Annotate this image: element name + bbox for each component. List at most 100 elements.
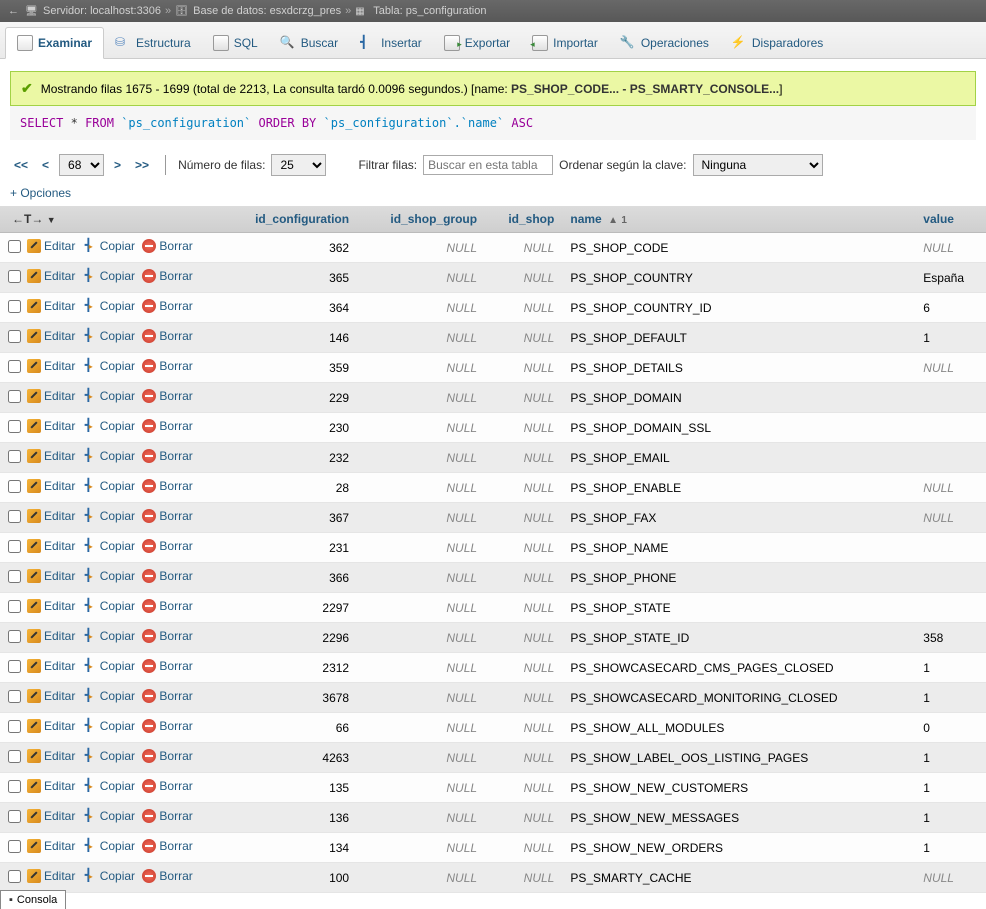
breadcrumb-database[interactable]: Base de datos: esxdcrzg_pres: [193, 5, 341, 17]
col-id-shop[interactable]: id_shop: [485, 206, 562, 233]
delete-link[interactable]: Borrar: [142, 629, 192, 643]
copy-link[interactable]: Copiar: [83, 629, 135, 643]
edit-link[interactable]: Editar: [27, 539, 75, 553]
row-checkbox[interactable]: [8, 870, 21, 883]
delete-link[interactable]: Borrar: [142, 599, 192, 613]
copy-link[interactable]: Copiar: [83, 839, 135, 853]
col-id-configuration[interactable]: id_configuration: [220, 206, 357, 233]
breadcrumb-server[interactable]: Servidor: localhost:3306: [43, 5, 161, 17]
row-checkbox[interactable]: [8, 420, 21, 433]
row-checkbox[interactable]: [8, 360, 21, 373]
delete-link[interactable]: Borrar: [142, 479, 192, 493]
nav-back-icon[interactable]: ←: [8, 5, 19, 17]
copy-link[interactable]: Copiar: [83, 749, 135, 763]
col-id-shop-group[interactable]: id_shop_group: [357, 206, 485, 233]
row-checkbox[interactable]: [8, 780, 21, 793]
delete-link[interactable]: Borrar: [142, 869, 192, 883]
row-checkbox[interactable]: [8, 600, 21, 613]
edit-link[interactable]: Editar: [27, 239, 75, 253]
tab-browse[interactable]: Examinar: [5, 27, 104, 59]
copy-link[interactable]: Copiar: [83, 809, 135, 823]
copy-link[interactable]: Copiar: [83, 599, 135, 613]
row-checkbox[interactable]: [8, 330, 21, 343]
edit-link[interactable]: Editar: [27, 839, 75, 853]
options-toggle[interactable]: + Opciones: [0, 184, 986, 206]
copy-link[interactable]: Copiar: [83, 359, 135, 373]
row-checkbox[interactable]: [8, 450, 21, 463]
row-checkbox[interactable]: [8, 480, 21, 493]
row-checkbox[interactable]: [8, 810, 21, 823]
col-value[interactable]: value: [915, 206, 986, 233]
delete-link[interactable]: Borrar: [142, 779, 192, 793]
copy-link[interactable]: Copiar: [83, 569, 135, 583]
row-checkbox[interactable]: [8, 240, 21, 253]
delete-link[interactable]: Borrar: [142, 389, 192, 403]
row-checkbox[interactable]: [8, 570, 21, 583]
edit-link[interactable]: Editar: [27, 299, 75, 313]
nav-prev[interactable]: <: [38, 156, 53, 174]
tab-insert[interactable]: Insertar: [349, 27, 433, 58]
copy-link[interactable]: Copiar: [83, 479, 135, 493]
delete-link[interactable]: Borrar: [142, 539, 192, 553]
edit-link[interactable]: Editar: [27, 809, 75, 823]
delete-link[interactable]: Borrar: [142, 239, 192, 253]
delete-link[interactable]: Borrar: [142, 749, 192, 763]
row-checkbox[interactable]: [8, 390, 21, 403]
delete-link[interactable]: Borrar: [142, 359, 192, 373]
delete-link[interactable]: Borrar: [142, 299, 192, 313]
row-checkbox[interactable]: [8, 720, 21, 733]
delete-link[interactable]: Borrar: [142, 419, 192, 433]
copy-link[interactable]: Copiar: [83, 239, 135, 253]
breadcrumb-table[interactable]: Tabla: ps_configuration: [373, 5, 486, 17]
row-checkbox[interactable]: [8, 690, 21, 703]
col-name[interactable]: name ▲ 1: [562, 206, 915, 233]
copy-link[interactable]: Copiar: [83, 869, 135, 883]
edit-link[interactable]: Editar: [27, 479, 75, 493]
edit-link[interactable]: Editar: [27, 449, 75, 463]
filter-input[interactable]: [423, 155, 553, 175]
delete-link[interactable]: Borrar: [142, 839, 192, 853]
copy-link[interactable]: Copiar: [83, 719, 135, 733]
delete-link[interactable]: Borrar: [142, 509, 192, 523]
nav-first[interactable]: <<: [10, 156, 32, 174]
edit-link[interactable]: Editar: [27, 569, 75, 583]
edit-link[interactable]: Editar: [27, 689, 75, 703]
row-checkbox[interactable]: [8, 300, 21, 313]
edit-link[interactable]: Editar: [27, 359, 75, 373]
copy-link[interactable]: Copiar: [83, 509, 135, 523]
copy-link[interactable]: Copiar: [83, 779, 135, 793]
tab-operations[interactable]: Operaciones: [609, 27, 720, 58]
tab-import[interactable]: Importar: [521, 27, 609, 58]
delete-link[interactable]: Borrar: [142, 689, 192, 703]
edit-link[interactable]: Editar: [27, 779, 75, 793]
tab-triggers[interactable]: Disparadores: [720, 27, 834, 58]
t-arrows[interactable]: ←T→ ▼: [8, 212, 60, 226]
delete-link[interactable]: Borrar: [142, 659, 192, 673]
edit-link[interactable]: Editar: [27, 389, 75, 403]
row-checkbox[interactable]: [8, 510, 21, 523]
copy-link[interactable]: Copiar: [83, 449, 135, 463]
edit-link[interactable]: Editar: [27, 419, 75, 433]
tab-export[interactable]: Exportar: [433, 27, 521, 58]
nav-last[interactable]: >>: [131, 156, 153, 174]
edit-link[interactable]: Editar: [27, 599, 75, 613]
console-tab[interactable]: Consola: [0, 890, 66, 909]
sort-select[interactable]: Ninguna: [693, 154, 823, 176]
row-checkbox[interactable]: [8, 750, 21, 763]
edit-link[interactable]: Editar: [27, 269, 75, 283]
edit-link[interactable]: Editar: [27, 719, 75, 733]
copy-link[interactable]: Copiar: [83, 329, 135, 343]
edit-link[interactable]: Editar: [27, 629, 75, 643]
copy-link[interactable]: Copiar: [83, 659, 135, 673]
copy-link[interactable]: Copiar: [83, 539, 135, 553]
row-checkbox[interactable]: [8, 270, 21, 283]
delete-link[interactable]: Borrar: [142, 569, 192, 583]
delete-link[interactable]: Borrar: [142, 329, 192, 343]
delete-link[interactable]: Borrar: [142, 809, 192, 823]
numrows-select[interactable]: 25: [271, 154, 326, 176]
nav-next[interactable]: >: [110, 156, 125, 174]
row-checkbox[interactable]: [8, 540, 21, 553]
copy-link[interactable]: Copiar: [83, 269, 135, 283]
copy-link[interactable]: Copiar: [83, 419, 135, 433]
delete-link[interactable]: Borrar: [142, 719, 192, 733]
